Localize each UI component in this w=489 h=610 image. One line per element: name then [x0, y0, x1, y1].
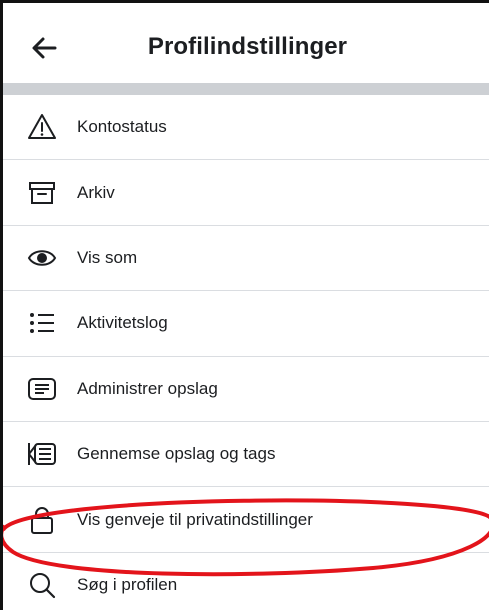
menu-item-label: Aktivitetslog: [77, 313, 168, 333]
warning-icon: [28, 114, 56, 140]
menu-item-label: Søg i profilen: [77, 575, 178, 595]
search-icon: [30, 573, 56, 599]
menu-item-vis-som[interactable]: Vis som: [3, 226, 489, 292]
menu-item-label: Kontostatus: [77, 117, 167, 137]
screen-frame: Profilindstillinger Kontostatus Arkiv Vi…: [0, 0, 489, 610]
archive-icon: [29, 181, 55, 204]
menu-item-label: Vis genveje til privatindstillinger: [77, 509, 313, 529]
menu-item-gennemse-opslag[interactable]: Gennemse opslag og tags: [3, 422, 489, 488]
top-bar: Profilindstillinger: [3, 3, 489, 83]
menu-item-label: Vis som: [77, 247, 138, 267]
post-icon: [28, 377, 56, 400]
menu-item-label: Gennemse opslag og tags: [77, 444, 276, 464]
menu-item-label: Arkiv: [77, 182, 115, 202]
settings-list: Kontostatus Arkiv Vis som Aktivitetslog …: [3, 95, 489, 610]
menu-item-label: Administrer opslag: [77, 378, 218, 398]
menu-item-sog-i-profilen[interactable]: Søg i profilen: [3, 553, 489, 610]
lock-icon: [31, 506, 53, 534]
header-divider: [3, 83, 489, 95]
menu-item-administrer-opslag[interactable]: Administrer opslag: [3, 357, 489, 422]
review-posts-icon: [28, 443, 56, 466]
menu-item-aktivitetslog[interactable]: Aktivitetslog: [3, 291, 489, 357]
eye-icon: [27, 250, 57, 266]
menu-item-privatindstillinger[interactable]: Vis genveje til privatindstillinger: [3, 487, 489, 553]
list-icon: [30, 313, 54, 334]
menu-item-kontostatus[interactable]: Kontostatus: [3, 95, 489, 161]
page-title: Profilindstillinger: [147, 33, 348, 60]
menu-item-arkiv[interactable]: Arkiv: [3, 160, 489, 226]
